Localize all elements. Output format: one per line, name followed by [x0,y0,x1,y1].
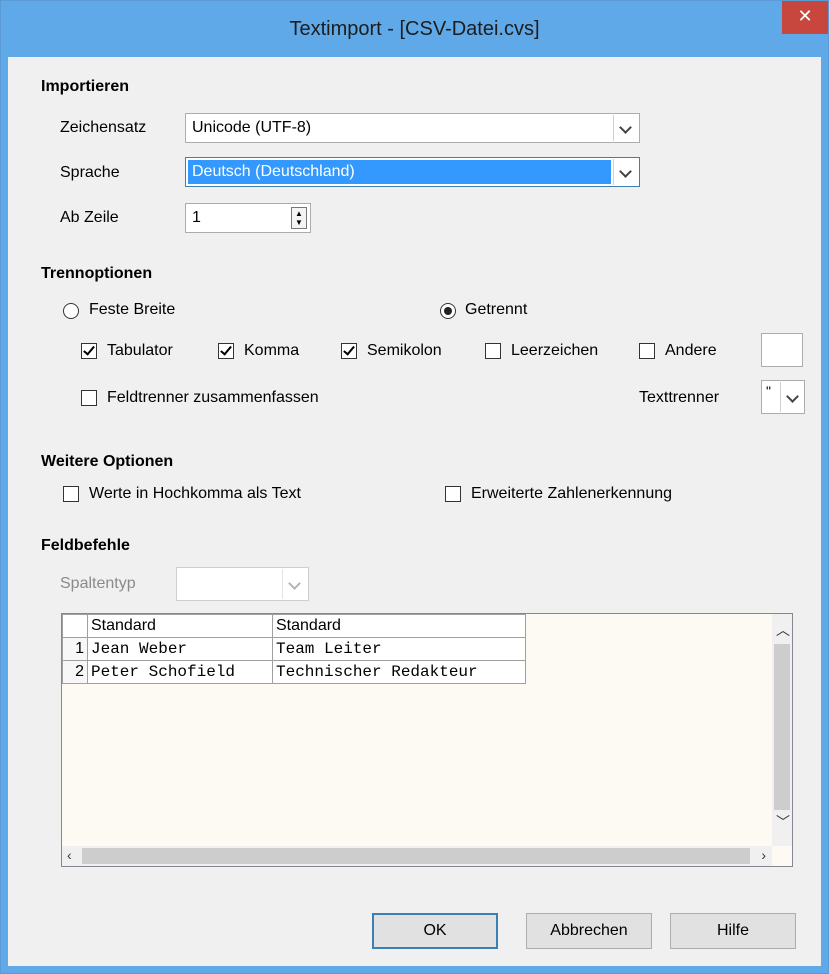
scroll-up-icon[interactable]: ︿ [776,620,790,640]
table-cell: Team Leiter [272,637,526,661]
spaltentyp-select[interactable] [176,567,309,601]
hochkomma-checkbox[interactable] [63,486,79,502]
feldtrenner-checkbox[interactable] [81,390,97,406]
sprache-value: Deutsch (Deutschland) [192,163,355,180]
horizontal-scroll-thumb[interactable] [82,848,750,864]
row-number[interactable]: 1 [62,637,88,661]
scroll-left-icon[interactable]: ‹ [67,847,72,863]
preview-grid[interactable]: Standard Standard 1 Jean Weber Team Leit… [61,613,793,867]
spaltentyp-dropdown-button[interactable] [282,569,307,599]
zeichensatz-dropdown-button[interactable] [613,115,638,141]
texttrenner-value: " [766,383,771,399]
chevron-down-icon [619,121,632,134]
chevron-down-icon [619,165,632,178]
ab-zeile-value: 1 [192,209,201,226]
getrennt-radio[interactable] [440,303,456,319]
spin-down-icon[interactable]: ▼ [295,219,303,227]
spaltentyp-label: Spaltentyp [60,575,136,592]
abbrechen-button[interactable]: Abbrechen [526,913,652,949]
ab-zeile-label: Ab Zeile [60,209,119,226]
weitere-optionen-heading: Weitere Optionen [41,453,174,470]
zahlenerkennung-checkbox[interactable] [445,486,461,502]
row-number[interactable]: 2 [62,660,88,684]
trennoptionen-heading: Trennoptionen [41,265,153,282]
texttrenner-select[interactable]: " [761,380,805,414]
zeichensatz-label: Zeichensatz [60,119,147,136]
scroll-right-icon[interactable]: › [761,847,766,863]
spin-buttons[interactable]: ▲ ▼ [291,207,307,229]
feste-breite-radio[interactable] [63,303,79,319]
hilfe-button[interactable]: Hilfe [670,913,796,949]
feste-breite-label[interactable]: Feste Breite [89,301,175,319]
tabulator-checkbox[interactable] [81,343,97,359]
tabulator-label[interactable]: Tabulator [107,342,173,360]
title-bar[interactable]: Textimport - [CSV-Datei.cvs] ✕ [1,1,828,57]
zeichensatz-value: Unicode (UTF-8) [192,119,312,136]
andere-checkbox[interactable] [639,343,655,359]
semikolon-label[interactable]: Semikolon [367,342,442,360]
vertical-scroll-thumb[interactable] [774,644,790,810]
table-cell: Technischer Redakteur [272,660,526,684]
semikolon-checkbox[interactable] [341,343,357,359]
chevron-down-icon [288,577,301,590]
table-cell: Jean Weber [87,637,273,661]
zahlenerkennung-label[interactable]: Erweiterte Zahlenerkennung [471,485,672,503]
getrennt-label[interactable]: Getrennt [465,301,527,319]
komma-label[interactable]: Komma [244,342,299,360]
table-row: 2 Peter Schofield Technischer Redakteur [62,660,526,684]
andere-label[interactable]: Andere [665,342,717,360]
dialog-window: Textimport - [CSV-Datei.cvs] ✕ Importier… [0,0,829,974]
close-icon: ✕ [797,6,813,26]
dialog-title: Textimport - [CSV-Datei.cvs] [289,18,540,40]
texttrenner-dropdown-button[interactable] [780,382,803,412]
table-row: 1 Jean Weber Team Leiter [62,637,526,661]
table-header-row: Standard Standard [62,614,526,638]
andere-input[interactable] [761,333,803,367]
column-header[interactable]: Standard [87,614,273,638]
column-header[interactable]: Standard [272,614,526,638]
sprache-label: Sprache [60,164,120,181]
feldbefehle-heading: Feldbefehle [41,537,130,554]
ab-zeile-spinbox[interactable]: 1 ▲ ▼ [185,203,311,233]
chevron-down-icon [786,390,799,403]
zeichensatz-select[interactable]: Unicode (UTF-8) [185,113,640,143]
texttrenner-label: Texttrenner [639,389,720,406]
spin-up-icon[interactable]: ▲ [295,210,303,218]
table-cell: Peter Schofield [87,660,273,684]
komma-checkbox[interactable] [218,343,234,359]
feldtrenner-label[interactable]: Feldtrenner zusammenfassen [107,389,319,407]
leerzeichen-checkbox[interactable] [485,343,501,359]
sprache-dropdown-button[interactable] [613,159,638,185]
preview-table: Standard Standard 1 Jean Weber Team Leit… [62,614,526,684]
dialog-body: Importieren Zeichensatz Unicode (UTF-8) … [8,57,821,966]
importieren-heading: Importieren [41,78,130,95]
sprache-select[interactable]: Deutsch (Deutschland) [185,157,640,187]
corner-cell[interactable] [62,614,88,638]
scroll-down-icon[interactable]: ﹀ [776,812,790,832]
horizontal-scrollbar[interactable]: ‹ › [62,846,772,866]
hochkomma-label[interactable]: Werte in Hochkomma als Text [89,485,301,503]
vertical-scrollbar[interactable]: ︿ ﹀ [772,614,792,846]
leerzeichen-label[interactable]: Leerzeichen [511,342,598,360]
close-button[interactable]: ✕ [782,1,828,34]
ok-button[interactable]: OK [372,913,498,949]
